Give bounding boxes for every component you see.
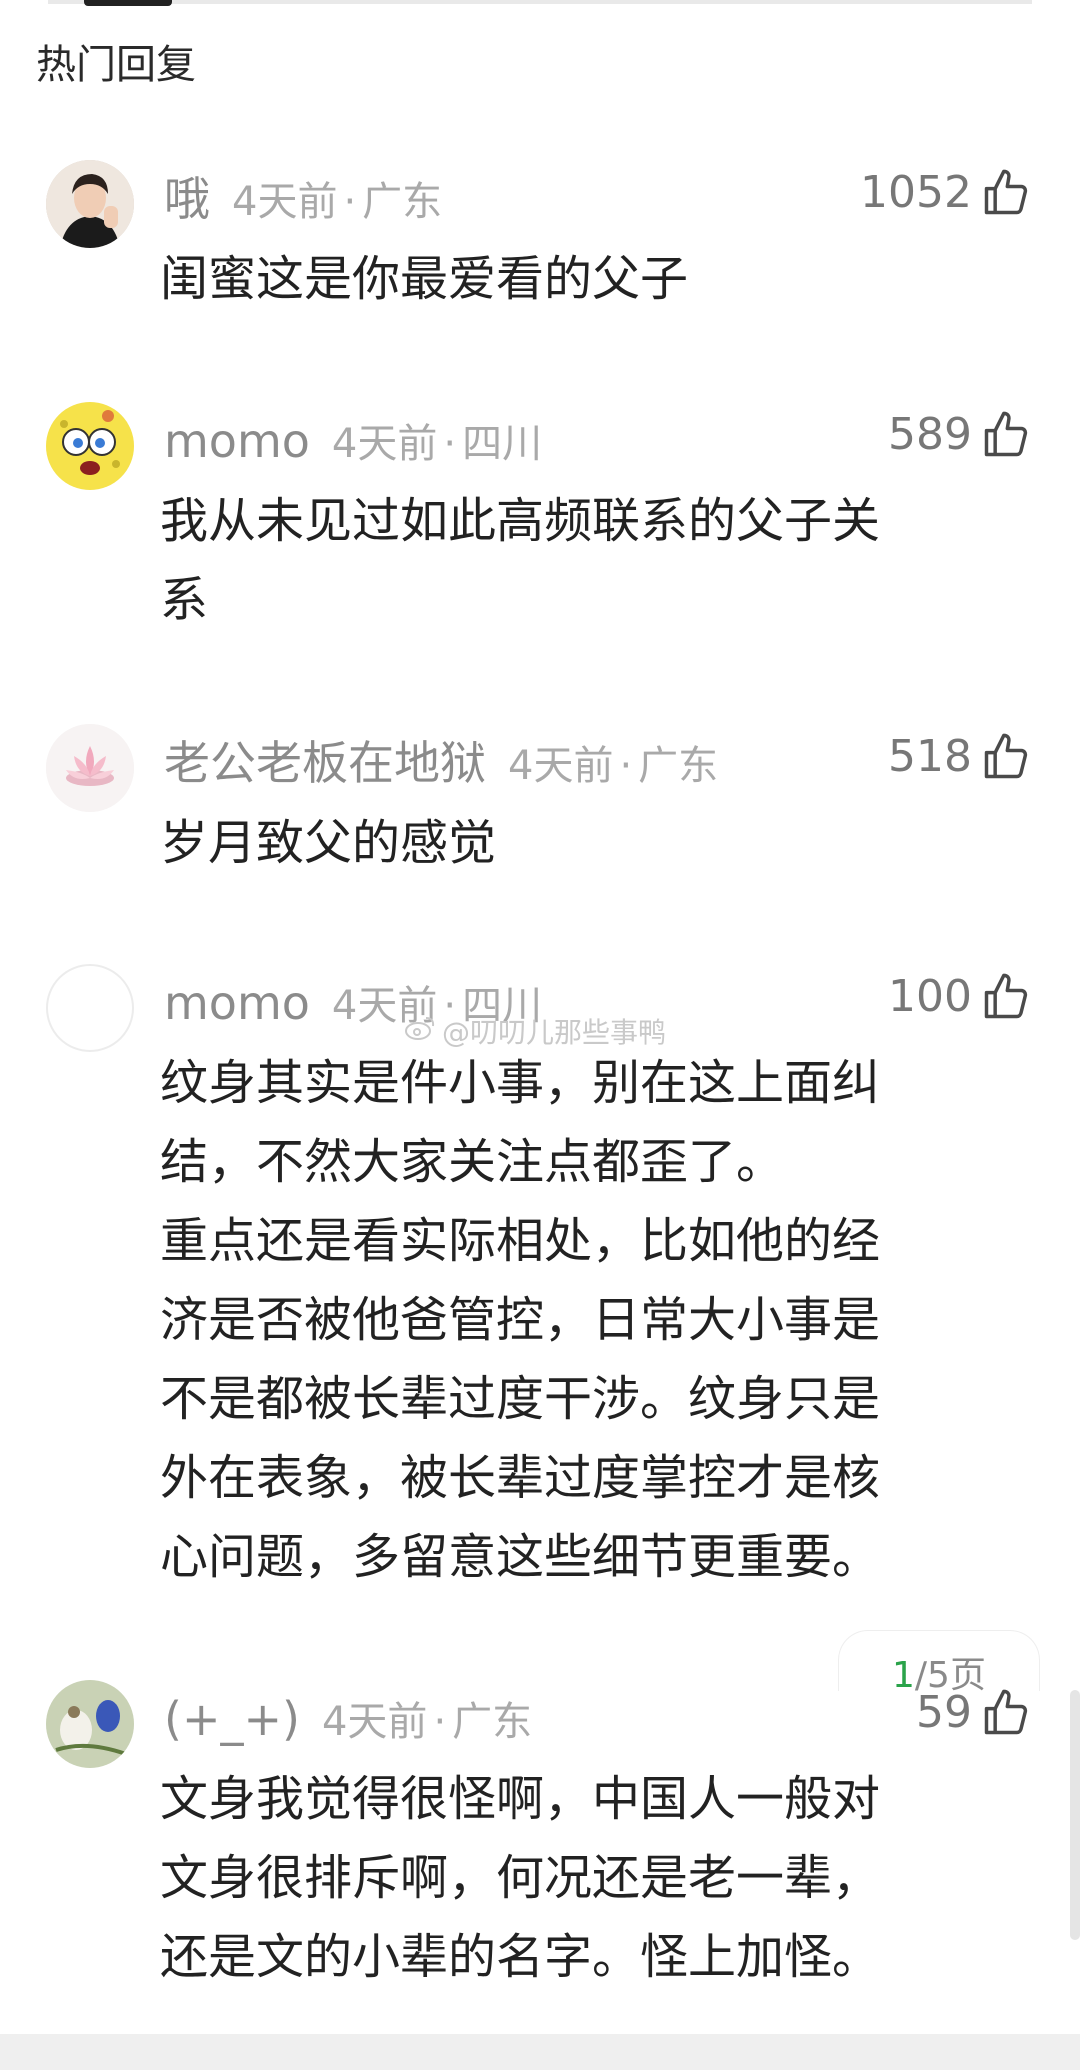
avatar[interactable]: [46, 402, 134, 490]
comment-location: 广东: [638, 743, 719, 789]
comment-time: 4天前: [321, 1699, 428, 1745]
thumbs-up-icon: [980, 409, 1032, 461]
watermark: @叨叨儿那些事鸭: [404, 1014, 666, 1051]
like-count: 100: [888, 971, 972, 1022]
scrollbar[interactable]: [1070, 1690, 1080, 1940]
thumbs-up-icon: [980, 1687, 1032, 1739]
comment-text: 我从未见过如此高频联系的父子关 系: [160, 493, 881, 628]
comment-time: 4天前: [232, 179, 338, 225]
comment-text: 文身我觉得很怪啊，中国人一般对 文身很排斥啊，何况还是老一辈， 还是文的小辈的名…: [160, 1771, 881, 1985]
thumbs-up-icon: [980, 731, 1032, 783]
like-count: 1052: [860, 167, 972, 218]
active-tab-indicator: [84, 0, 172, 6]
like-count: 589: [888, 409, 972, 460]
like-count: 59: [916, 1687, 972, 1738]
like-button[interactable]: 589: [888, 406, 1032, 464]
comment-location: 广东: [362, 179, 443, 225]
comment-text: 闺蜜这是你最爱看的父子: [160, 251, 689, 307]
separator-dot: ·: [443, 421, 457, 467]
comment-location: 四川: [462, 421, 543, 467]
username[interactable]: 老公老板在地狱: [164, 736, 486, 790]
bottom-bar: [0, 2034, 1080, 2070]
page-indicator[interactable]: 1/5页: [838, 1630, 1040, 1691]
top-divider: [48, 0, 1032, 4]
like-button[interactable]: 59: [916, 1684, 1032, 1742]
comment-text: 岁月致父的感觉: [160, 815, 497, 871]
comment-text: 纹身其实是件小事，别在这上面纠 结，不然大家关注点都歪了。 重点还是看实际相处，…: [160, 1055, 881, 1585]
thumbs-up-icon: [980, 167, 1032, 219]
thumbs-up-icon: [980, 971, 1032, 1023]
avatar[interactable]: [46, 160, 134, 248]
like-button[interactable]: 100: [888, 968, 1032, 1026]
username[interactable]: momo: [164, 414, 310, 468]
separator-dot: ·: [619, 743, 633, 789]
username[interactable]: (+_+): [164, 1692, 300, 1746]
like-count: 518: [888, 731, 972, 782]
avatar[interactable]: [46, 724, 134, 812]
avatar[interactable]: [46, 964, 134, 1052]
comment-time: 4天前: [331, 421, 438, 467]
watermark-text: @叨叨儿那些事鸭: [442, 1015, 667, 1049]
comment-location: 广东: [452, 1699, 533, 1745]
like-button[interactable]: 1052: [860, 164, 1032, 222]
separator-dot: ·: [433, 1699, 447, 1745]
like-button[interactable]: 518: [888, 728, 1032, 786]
separator-dot: ·: [343, 179, 357, 225]
section-title: 热门回复: [36, 42, 196, 88]
weibo-icon: [404, 1014, 436, 1051]
username[interactable]: momo: [164, 976, 310, 1030]
username[interactable]: 哦: [164, 172, 210, 226]
current-page: 1: [892, 1655, 915, 1691]
avatar[interactable]: [46, 1680, 134, 1768]
comment-time: 4天前: [508, 743, 614, 789]
